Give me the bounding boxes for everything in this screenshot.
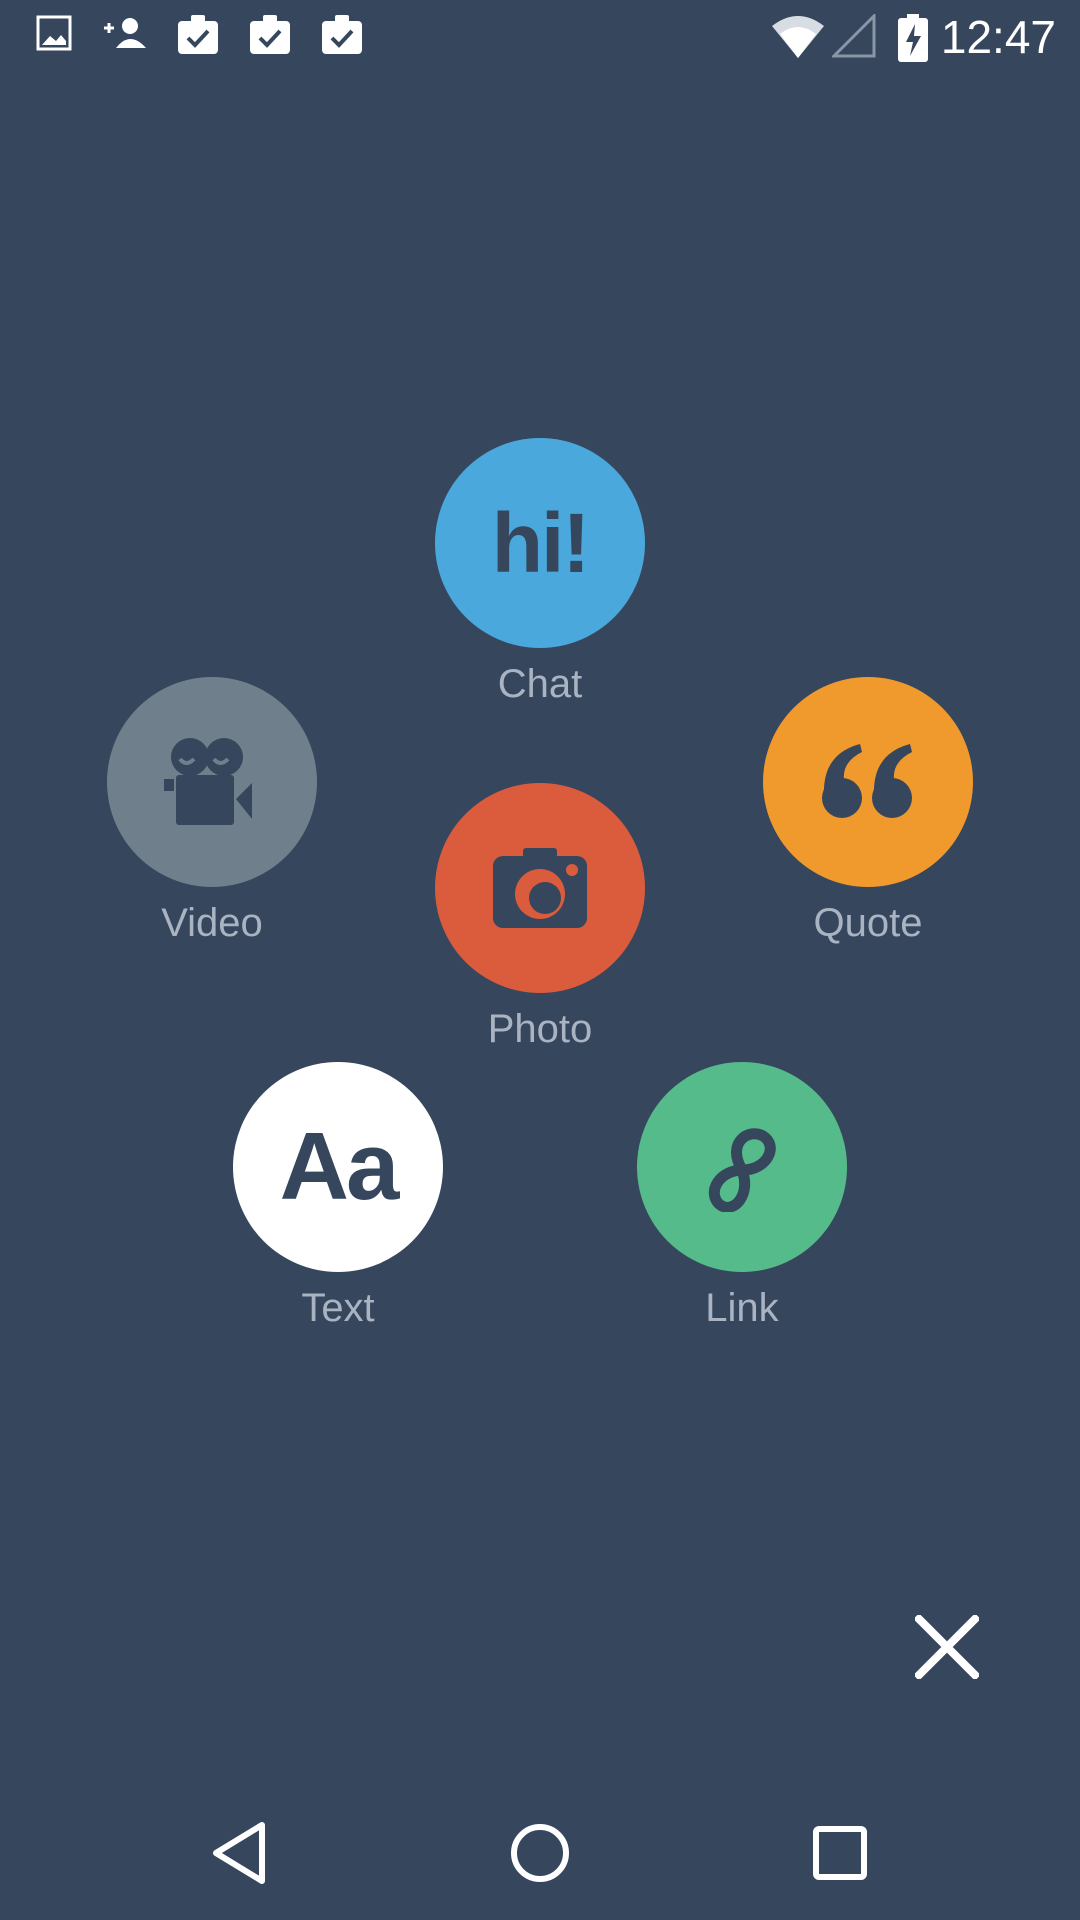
wifi-icon <box>772 16 824 58</box>
chat-option[interactable]: hi! Chat <box>435 438 645 710</box>
chat-icon: hi! <box>491 495 591 590</box>
back-button[interactable] <box>195 1808 285 1898</box>
text-icon: Aa <box>279 1113 400 1220</box>
photo-option[interactable]: Photo <box>435 783 645 1055</box>
clipboard-check-icon <box>322 15 362 54</box>
post-composer-screen: 12:47 hi! Chat Video Quote Photo Aa Text… <box>0 0 1080 1920</box>
video-option[interactable]: Video <box>107 677 317 949</box>
camera-icon <box>493 848 587 928</box>
clipboard-check-icon <box>178 15 218 54</box>
link-option[interactable]: Link <box>637 1062 847 1334</box>
link-icon <box>708 1128 776 1212</box>
text-button[interactable]: Aa <box>233 1062 443 1272</box>
quote-option[interactable]: Quote <box>763 677 973 949</box>
quote-label: Quote <box>813 901 923 945</box>
photo-button[interactable] <box>435 783 645 993</box>
video-button[interactable] <box>107 677 317 887</box>
close-button[interactable] <box>900 1600 994 1694</box>
status-bar: 12:47 <box>0 0 1080 74</box>
status-clock: 12:47 <box>940 11 1056 63</box>
photo-label: Photo <box>487 1007 593 1051</box>
home-icon <box>511 1824 569 1882</box>
signal-icon <box>832 14 876 58</box>
link-label: Link <box>705 1286 779 1330</box>
clipboard-check-icon <box>250 15 290 54</box>
recents-button[interactable] <box>795 1808 885 1898</box>
video-label: Video <box>161 901 263 945</box>
home-button[interactable] <box>495 1808 585 1898</box>
text-option[interactable]: Aa Text <box>233 1062 443 1334</box>
link-button[interactable] <box>637 1062 847 1272</box>
add-contact-icon <box>104 18 146 48</box>
video-camera-icon <box>164 738 252 825</box>
quote-icon <box>822 744 912 818</box>
back-icon <box>213 1822 265 1884</box>
chat-label: Chat <box>497 662 583 706</box>
battery-charging-icon <box>898 14 928 62</box>
quote-button[interactable] <box>763 677 973 887</box>
text-label: Text <box>301 1286 375 1330</box>
chat-button[interactable]: hi! <box>435 438 645 648</box>
gallery-icon <box>36 15 72 51</box>
navigation-bar <box>0 1786 1080 1920</box>
close-icon <box>915 1615 979 1679</box>
recents-icon <box>813 1826 867 1880</box>
